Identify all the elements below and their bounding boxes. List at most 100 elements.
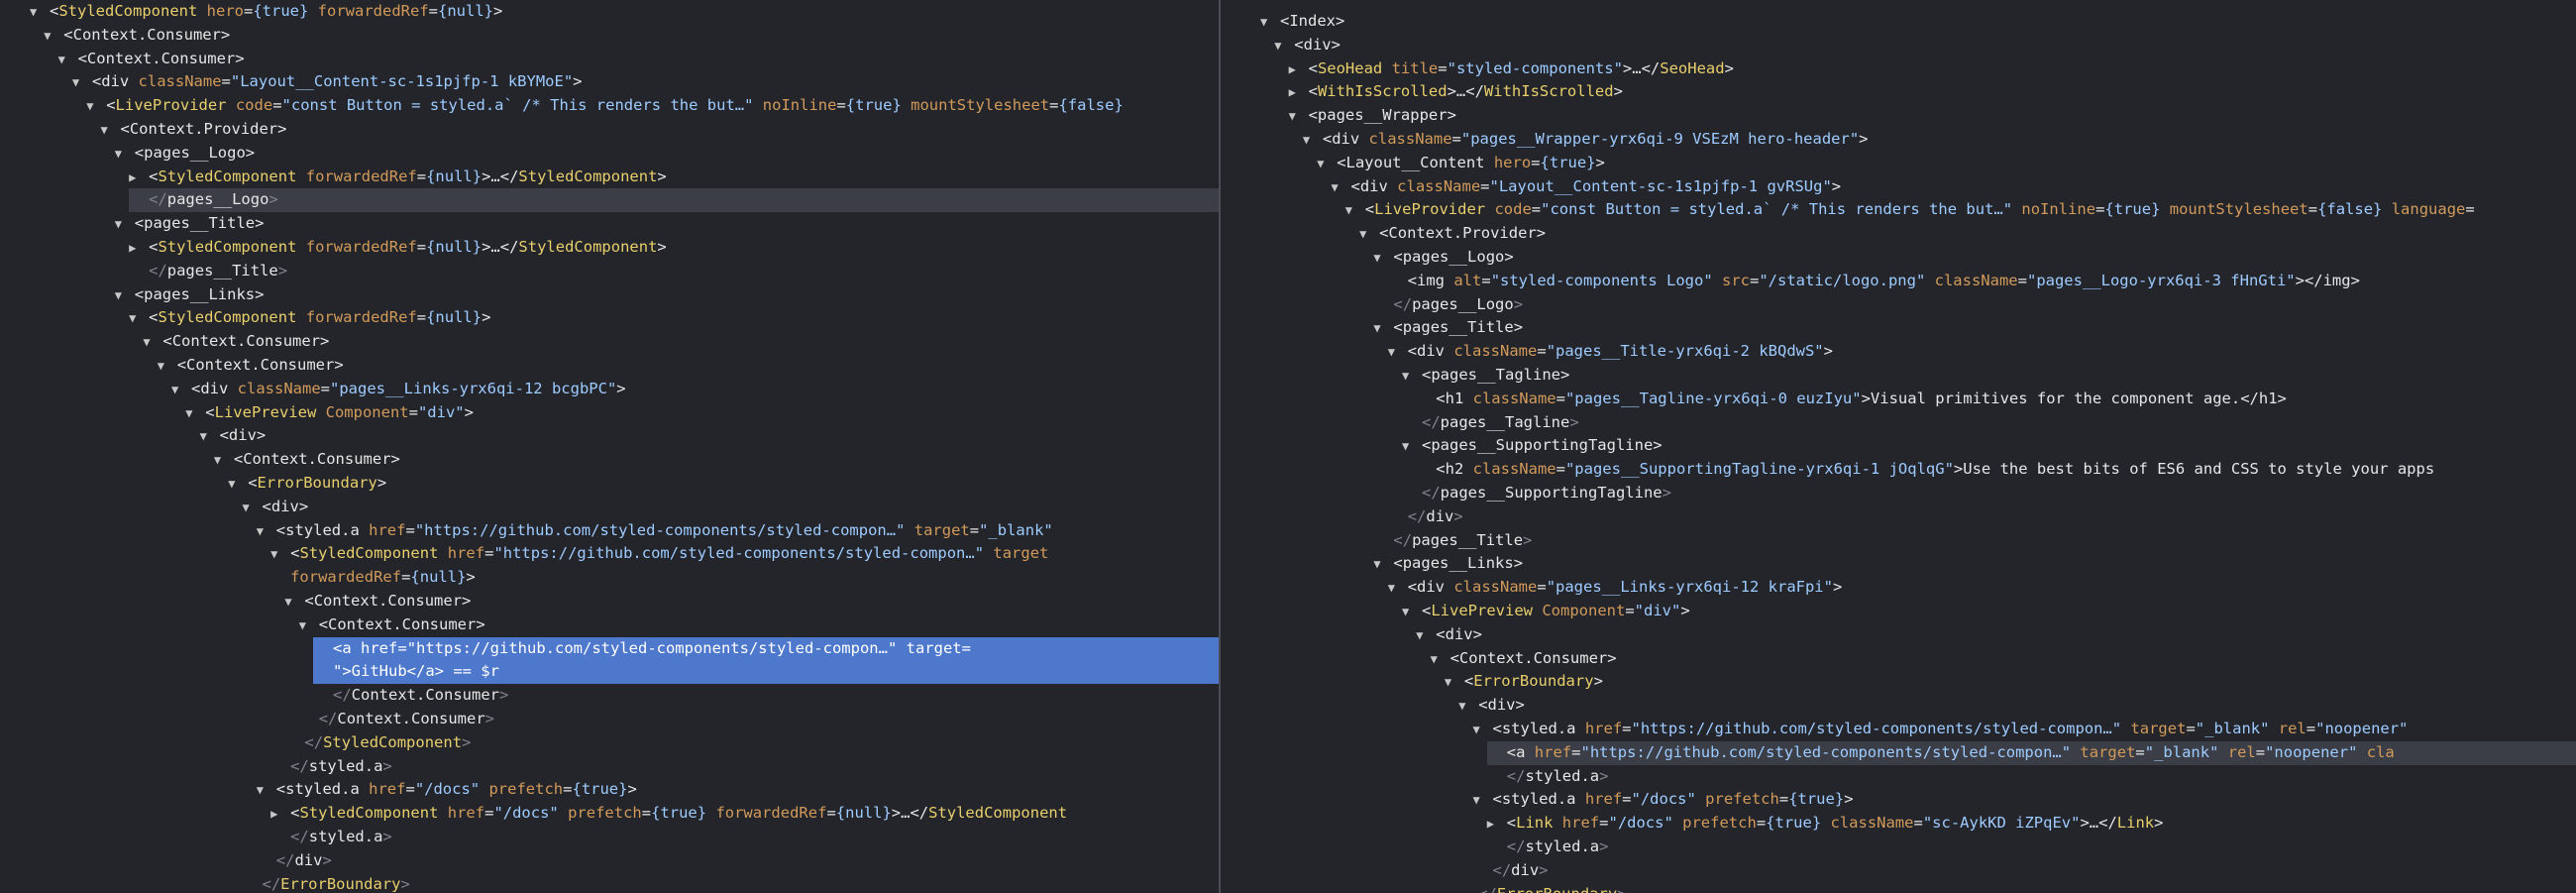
tree-node[interactable]: ▼ <Context.Consumer> [143,330,329,354]
expanded-triangle-icon[interactable]: ▼ [1402,601,1416,624]
expanded-triangle-icon[interactable]: ▼ [115,213,129,237]
expanded-triangle-icon[interactable]: ▼ [1458,695,1472,719]
tree-node[interactable]: ▼ <div className="pages__Links-yrx6qi-12 … [171,378,626,401]
expanded-triangle-icon[interactable]: ▼ [1373,247,1387,271]
tree-node[interactable]: ▼ <Layout__Content hero={true}> [1317,152,1605,175]
tree-node[interactable]: </Context.Consumer> [299,708,494,731]
expanded-triangle-icon[interactable]: ▼ [299,614,313,638]
tree-node[interactable]: ▼ <div> [1416,623,1482,647]
expanded-triangle-icon[interactable]: ▼ [1359,223,1373,247]
tree-node[interactable]: ▶ <SeoHead title="styled-components">…</S… [1289,57,1734,81]
tree-node[interactable]: ▼ <styled.a href="/docs" prefetch={true}> [257,778,637,802]
tree-node[interactable]: ▶ <StyledComponent forwardedRef={null}>…<… [129,236,667,260]
expanded-triangle-icon[interactable]: ▼ [1332,176,1345,200]
collapsed-triangle-icon[interactable]: ▶ [1487,813,1501,837]
tree-node[interactable]: ▼ <Context.Consumer> [44,24,230,48]
tree-node[interactable]: ▼ <pages__SupportingTagline> [1402,434,1663,458]
tree-node[interactable]: ▼ <Index> [1260,10,1344,34]
tree-node[interactable]: ▼ <div> [200,424,267,448]
expanded-triangle-icon[interactable]: ▼ [158,355,171,379]
tree-node[interactable]: ▶ <Link href="/docs" prefetch={true} clas… [1487,812,2164,836]
tree-node[interactable]: ▼ <div className="pages__Title-yrx6qi-2 k… [1388,340,1833,364]
collapsed-triangle-icon[interactable]: ▶ [270,803,284,827]
tree-node[interactable]: </styled.a> [270,826,392,849]
tree-node[interactable]: ▼ <styled.a href="/docs" prefetch={true}> [1473,788,1854,812]
expanded-triangle-icon[interactable]: ▼ [1317,153,1331,176]
expanded-triangle-icon[interactable]: ▼ [214,449,228,473]
expanded-triangle-icon[interactable]: ▼ [30,1,44,25]
tree-node[interactable]: ▼ <StyledComponent hero={true} forwardedR… [30,0,502,24]
expanded-triangle-icon[interactable]: ▼ [115,143,129,167]
tree-node[interactable]: ▼ <Context.Consumer> [58,48,245,71]
tree-node[interactable]: </ErrorBoundary> [243,873,410,893]
tree-node[interactable]: ▼ <Context.Provider> [1359,222,1546,246]
tree-node[interactable]: ▼ <pages__Logo> [115,142,255,166]
tree-node[interactable]: ▼ <Context.Provider> [101,118,287,142]
expanded-triangle-icon[interactable]: ▼ [86,95,100,119]
tree-node[interactable]: ▼ <ErrorBoundary> [1445,670,1603,694]
expanded-triangle-icon[interactable]: ▼ [243,497,257,520]
tree-node[interactable]: <h2 className="pages__SupportingTagline-… [1416,458,2434,482]
tree-node[interactable]: ▼ <Context.Consumer> [1431,647,1617,671]
expanded-triangle-icon[interactable]: ▼ [1373,553,1387,577]
collapsed-triangle-icon[interactable]: ▶ [129,237,143,261]
expanded-triangle-icon[interactable]: ▼ [1289,105,1303,129]
tree-node[interactable]: </StyledComponent> [284,731,471,755]
expanded-triangle-icon[interactable]: ▼ [101,119,115,143]
tree-node[interactable]: ▼ <styled.a href="https://github.com/styl… [257,519,1053,543]
expanded-triangle-icon[interactable]: ▼ [1274,35,1288,58]
expanded-triangle-icon[interactable]: ▼ [1473,789,1487,813]
tree-node[interactable]: ▶ <StyledComponent href="/docs" prefetch=… [270,802,1067,826]
tree-node[interactable]: ▼ <LivePreview Component="div"> [1402,600,1690,623]
tree-node[interactable]: ▼ <pages__Tagline> [1402,364,1569,388]
expanded-triangle-icon[interactable]: ▼ [171,379,185,402]
tree-node[interactable]: </pages__Logo> [1373,293,1523,317]
tree-node[interactable]: <h1 className="pages__Tagline-yrx6qi-0 e… [1416,388,2287,411]
expanded-triangle-icon[interactable]: ▼ [1473,719,1487,742]
tree-node[interactable]: ▼ <div> [243,496,309,519]
expanded-triangle-icon[interactable]: ▼ [185,402,199,426]
expanded-triangle-icon[interactable]: ▼ [1373,317,1387,341]
expanded-triangle-icon[interactable]: ▼ [115,284,129,308]
tree-node[interactable]: ▼ <LivePreview Component="div"> [185,401,474,425]
expanded-triangle-icon[interactable]: ▼ [1402,435,1416,459]
tree-node[interactable]: </pages__Title> [1373,529,1532,553]
tree-node[interactable]: ▼ <div className="pages__Links-yrx6qi-12 … [1388,576,1843,600]
selected-tree-node[interactable]: <a href="https://github.com/styled-compo… [313,636,1219,661]
expanded-triangle-icon[interactable]: ▼ [1345,199,1359,223]
tree-node[interactable]: ▼ <pages__Logo> [1373,246,1513,270]
expanded-triangle-icon[interactable]: ▼ [257,779,270,803]
tree-node[interactable]: </Context.Consumer> [313,684,508,708]
tree-node[interactable]: ▼ <StyledComponent href="https://github.c… [270,542,1048,566]
tree-node[interactable]: ▼ <div className="Layout__Content-sc-1s1p… [1332,175,1842,199]
expanded-triangle-icon[interactable]: ▼ [1431,648,1445,672]
expanded-triangle-icon[interactable]: ▼ [1303,129,1317,153]
tree-node[interactable]: ▼ <div className="Layout__Content-sc-1s1p… [72,70,583,94]
expanded-triangle-icon[interactable]: ▼ [44,25,57,49]
tree-node[interactable]: </pages__Tagline> [1402,411,1579,435]
selected-tree-node[interactable]: ">GitHub</a> == $r [313,660,1219,685]
tree-node[interactable]: ▼ <Context.Consumer> [158,354,344,378]
tree-node[interactable]: ▶ <WithIsScrolled>…</WithIsScrolled> [1289,80,1623,104]
right-elements-tree[interactable]: ▼ <Index> ▼ <div> ▶ <SeoHead title="styled-co… [1221,0,2576,893]
expanded-triangle-icon[interactable]: ▼ [270,543,284,567]
tree-node[interactable]: </styled.a> [1487,836,1609,859]
expanded-triangle-icon[interactable]: ▼ [143,331,157,355]
collapsed-triangle-icon[interactable]: ▶ [1289,58,1303,82]
expanded-triangle-icon[interactable]: ▼ [1388,341,1402,365]
expanded-triangle-icon[interactable]: ▼ [200,425,214,449]
expanded-triangle-icon[interactable]: ▼ [1260,11,1274,35]
tree-node[interactable]: ▼ <div> [1458,694,1525,718]
collapsed-triangle-icon[interactable]: ▶ [129,167,143,190]
tree-node[interactable]: ▼ <Context.Consumer> [214,448,400,472]
tree-node[interactable]: ▼ <LiveProvider code="const Button = styl… [86,94,1124,118]
expanded-triangle-icon[interactable]: ▼ [1402,365,1416,389]
tree-node[interactable]: ▼ <pages__Links> [1373,552,1523,576]
tree-node[interactable]: ▼ <Context.Consumer> [299,614,485,637]
tree-node[interactable]: </pages__Title> [129,260,287,283]
tree-node[interactable]: ▼ <ErrorBoundary> [228,472,386,496]
expanded-triangle-icon[interactable]: ▼ [228,473,242,497]
expanded-triangle-icon[interactable]: ▼ [58,49,72,72]
tree-node[interactable]: </ErrorBoundary> [1458,883,1626,893]
tree-node[interactable]: ▼ <styled.a href="https://github.com/styl… [1473,718,2409,741]
